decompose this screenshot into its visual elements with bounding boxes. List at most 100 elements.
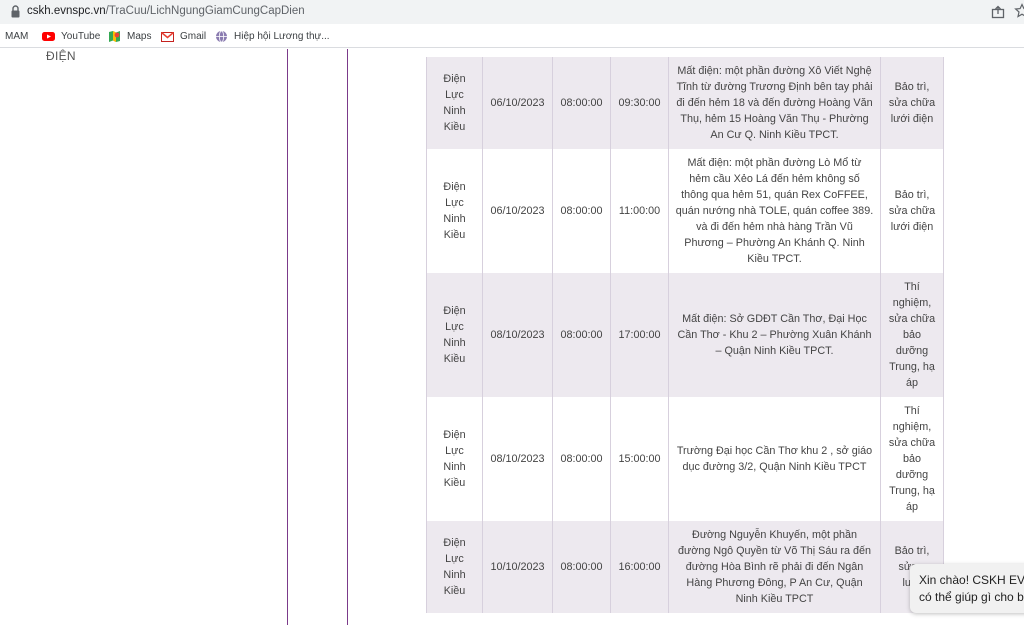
cell-unit-line: Lực [445,445,464,457]
cell-reason: Bảo trì, sửa chữa lưới điện [880,57,944,149]
cell-reason-line: sửa chữa [888,437,936,449]
cell-area-line: hẻm cầu Xẻo Lá đến hẻm không số [689,173,860,185]
cell-area-line: Đường Nguyễn Khuyến, một phần [692,529,857,541]
cell-area-line: đường Ngô Quyền từ Võ Thị Sáu ra đến [678,545,871,557]
cell-unit: Điện Lực Ninh Kiều [426,521,483,613]
bookmark-youtube[interactable]: YouTube [42,29,100,43]
cell-unit-line: Kiều [443,121,466,133]
cell-reason-line: Thí [904,405,920,417]
cell-unit-line: Điện [443,429,466,441]
cell-unit-line: Điện [443,181,466,193]
cell-reason-line: lưới điện [890,113,934,125]
cell-unit-line: Kiều [443,229,466,241]
cell-start-time: 08:00:00 [552,57,611,149]
bookmarks-bar: MAM YouTube Maps Gmail Hiệp hội Lương th… [0,24,1024,48]
cell-area: Mất điện: một phần đường Xô Viết Nghệ Tĩn… [668,57,881,149]
cell-reason-line: Trung, hạ [889,485,935,497]
cell-area-line: Cần Thơ - Khu 2 – Phường Xuân Khánh [677,329,872,341]
share-icon[interactable] [990,4,1006,20]
cell-area-line: Mất điện: một phần đường Xô Viết Nghệ [677,65,872,77]
cell-area-line: và đi đến hẻm nhà hàng Trần Vũ [696,221,853,233]
cell-reason: Thí nghiệm, sửa chữa bảo dưỡng Trung, hạ áp [880,397,944,521]
cell-area-line: đi đến hẻm 18 và đến đường Hoàng Văn [676,97,873,109]
cell-end-time: 15:00:00 [610,397,669,521]
cell-unit-line: Kiều [443,585,466,597]
cell-area: Mất điện: Sở GDĐT Cần Thơ, Đại Học Cần Th… [668,273,881,397]
cell-reason-line: nghiệm, [892,421,932,433]
cell-reason: Thí nghiệm, sửa chữa bảo dưỡng Trung, hạ áp [880,273,944,397]
cell-date: 06/10/2023 [482,149,553,273]
cell-unit: Điện Lực Ninh Kiều [426,273,483,397]
cell-reason-line: nghiệm, [892,297,932,309]
table-row: Điện Lực Ninh Kiều 08/10/2023 08:00:00 15:00:0… [426,397,944,521]
cell-area-line: Ninh Kiều TPCT [735,593,814,605]
bookmark-label: MAM [5,30,29,42]
cell-start-time: 08:00:00 [552,273,611,397]
cell-area-line: – Quận Ninh Kiều TPCT. [715,345,834,357]
cell-start-time: 08:00:00 [552,521,611,613]
cell-area-line: Thụ, hẻm 15 Hoàng Văn Thụ - Phường [680,113,869,125]
cell-date: 08/10/2023 [482,273,553,397]
bookmark-gmail[interactable]: Gmail [161,29,206,43]
bookmark-hiep-hoi[interactable]: Hiệp hội Lương thự... [215,29,330,43]
star-icon[interactable] [1014,3,1024,19]
cell-unit-line: Điện [443,305,466,317]
cell-end-time: 17:00:00 [610,273,669,397]
url-path: /TraCuu/LichNgungGiamCungCapDien [105,5,305,17]
bookmark-maps[interactable]: Maps [108,29,151,43]
youtube-icon [42,31,55,41]
cell-start-time: 08:00:00 [552,149,611,273]
page-content: ĐIỆN Điện Lực Ninh Kiều 06/10/2023 08:00:00 09… [0,49,1024,625]
table-row: Điện Lực Ninh Kiều 06/10/2023 08:00:00 11:00:0… [426,149,944,273]
bookmark-label: Maps [127,30,152,42]
cell-end-time: 16:00:00 [610,521,669,613]
cell-area-line: dục đường 3/2, Quận Ninh Kiều TPCT [682,461,867,473]
cell-area-line: Hàng Phương Đông, P An Cư, Quận [686,577,863,589]
cell-area-line: An Cư Q. Ninh Kiều TPCT. [710,129,839,141]
cell-reason-line: lưới điện [890,221,934,233]
cell-unit-line: Điện [443,73,466,85]
cell-reason-line: bảo [902,453,921,465]
cell-unit-line: Lực [445,89,464,101]
chat-popup[interactable]: Xin chào! CSKH EV có thể giúp gì cho b [910,564,1024,613]
cell-area: Mất điện: một phần đường Lò Mổ từ hẻm cầu… [668,149,881,273]
cell-area: Trường Đại học Cần Thơ khu 2 , sở giáo dụ… [668,397,881,521]
cell-date: 10/10/2023 [482,521,553,613]
cell-date: 08/10/2023 [482,397,553,521]
cell-end-time: 11:00:00 [610,149,669,273]
cell-unit-line: Ninh [443,105,466,117]
globe-icon [216,30,227,42]
bookmark-mam[interactable]: MAM [0,29,28,43]
chat-greeting: Xin chào! CSKH EV [919,573,1024,587]
cell-area: Đường Nguyễn Khuyến, một phần đường Ngô Q… [668,521,881,613]
cell-unit-line: Kiều [443,477,466,489]
cell-reason-line: Bảo trì, [894,81,930,93]
cell-reason-line: áp [905,377,918,389]
maps-icon [109,30,120,42]
cell-unit-line: Lực [445,321,464,333]
cell-reason-line: bảo [902,329,921,341]
column-divider [287,49,288,625]
cell-date: 06/10/2023 [482,57,553,149]
url-text[interactable]: cskh.evnspc.vn/TraCuu/LichNgungGiamCungC… [27,5,305,17]
cell-unit-line: Ninh [443,569,466,581]
cell-unit: Điện Lực Ninh Kiều [426,57,483,149]
cell-reason-line: Bảo trì, [894,189,930,201]
cell-reason-line: Bảo trì, [894,545,930,557]
cell-unit-line: Ninh [443,213,466,225]
cell-unit-line: Lực [445,197,464,209]
cell-unit: Điện Lực Ninh Kiều [426,397,483,521]
cell-area-line: đường Hòa Bình rẽ phải đi đến Ngân [685,561,864,573]
cell-reason-line: áp [905,501,918,513]
address-bar[interactable]: cskh.evnspc.vn/TraCuu/LichNgungGiamCungC… [0,0,1024,24]
bookmark-label: YouTube [61,30,101,42]
sidebar-label: ĐIỆN [46,49,76,63]
cell-area-line: thông qua hẻm 51, quán Rex CoFFEE, [681,189,868,201]
cell-area-line: Mất điện: Sở GDĐT Cần Thơ, Đại Học [682,313,867,325]
cell-area-line: Mất điện: một phần đường Lò Mổ từ [687,157,862,169]
column-divider [347,49,348,625]
cell-unit-line: Kiều [443,353,466,365]
cell-reason-line: Trung, hạ [889,361,935,373]
gmail-icon [161,31,174,42]
table-row: Điện Lực Ninh Kiều 10/10/2023 08:00:00 16:00:0… [426,521,944,613]
